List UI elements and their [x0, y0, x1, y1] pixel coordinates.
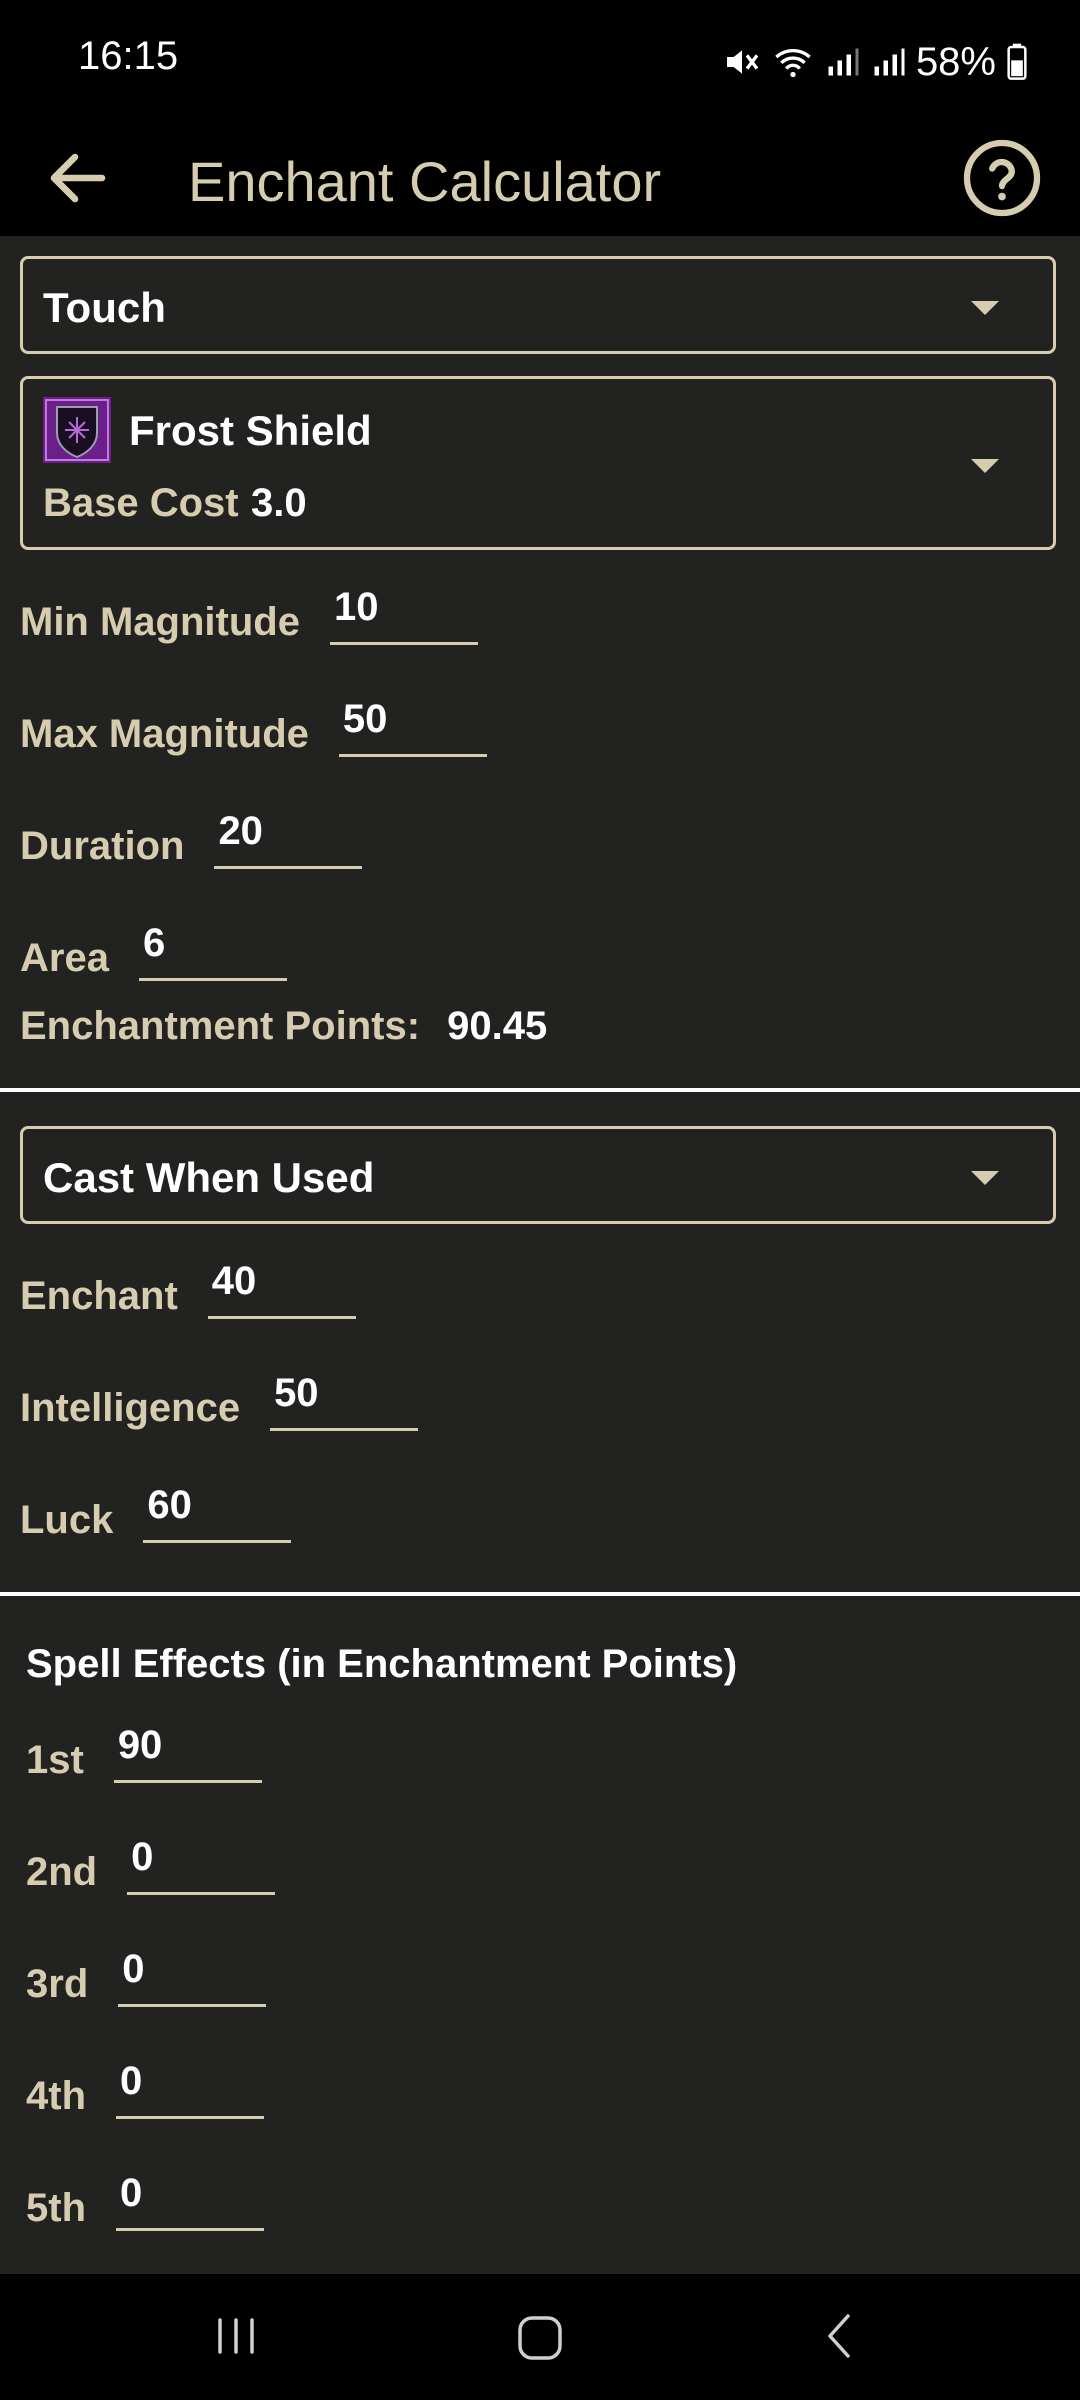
intelligence-input[interactable]: 50	[270, 1366, 419, 1431]
enchantment-points-label: Enchantment Points:	[20, 1004, 421, 1048]
spell-effect-input[interactable]: 0	[116, 2054, 264, 2119]
spell-effect-input[interactable]: 0	[118, 1942, 267, 2007]
luck-input[interactable]: 60	[143, 1478, 292, 1543]
cast-type-dropdown[interactable]: Cast When Used	[20, 1126, 1056, 1224]
app-bar: Enchant Calculator	[0, 120, 1080, 236]
spell-effect-input[interactable]: 0	[127, 1830, 276, 1895]
luck-row: Luck 60	[20, 1478, 292, 1543]
page-title: Enchant Calculator	[188, 150, 662, 213]
divider	[0, 1088, 1080, 1092]
chevron-down-icon	[971, 1171, 999, 1185]
chevron-down-icon	[971, 459, 999, 473]
arrow-left-icon[interactable]	[42, 142, 114, 214]
back-nav-icon[interactable]	[814, 2310, 866, 2362]
spell-effect-label: 1st	[26, 1738, 84, 1782]
chevron-down-icon	[971, 301, 999, 315]
signal-icon	[828, 48, 859, 76]
duration-label: Duration	[20, 824, 185, 868]
min-magnitude-label: Min Magnitude	[20, 600, 300, 644]
min-magnitude-input[interactable]: 10	[329, 580, 478, 645]
duration-input[interactable]: 20	[214, 804, 363, 869]
signal-icon-2	[874, 48, 905, 76]
area-label: Area	[20, 936, 109, 980]
wifi-icon	[775, 49, 811, 78]
range-dropdown[interactable]: Touch	[20, 256, 1056, 354]
battery-percent: 58%	[915, 39, 996, 84]
max-magnitude-label: Max Magnitude	[20, 712, 309, 756]
spell-effect-label: 3rd	[26, 1962, 89, 2006]
base-cost-value: 3.0	[251, 481, 307, 525]
cast-type-selected: Cast When Used	[43, 1154, 375, 1201]
max-magnitude-row: Max Magnitude 50	[20, 692, 487, 757]
frost-shield-icon	[43, 397, 111, 463]
spell-effects-title: Spell Effects (in Enchantment Points)	[26, 1642, 738, 1686]
max-magnitude-input[interactable]: 50	[338, 692, 487, 757]
enchant-input[interactable]: 40	[207, 1254, 356, 1319]
status-icons: 58%	[722, 32, 1028, 92]
home-icon[interactable]	[512, 2310, 568, 2366]
spell-effect-label: 2nd	[26, 1850, 98, 1894]
enchant-label: Enchant	[20, 1274, 178, 1318]
area-input[interactable]: 6	[138, 916, 287, 981]
question-circle-icon[interactable]	[960, 136, 1044, 220]
spell-effect-input[interactable]: 0	[116, 2166, 264, 2231]
status-time: 16:15	[78, 34, 179, 78]
duration-row: Duration 20	[20, 804, 363, 869]
enchantment-points-result: Enchantment Points: 90.45	[20, 1004, 547, 1049]
spell-effect-input[interactable]: 90	[113, 1718, 262, 1783]
enchantment-points-value: 90.45	[447, 1004, 548, 1048]
base-cost-label: Base Cost	[43, 481, 239, 525]
spell-effect-row: 1st 90	[26, 1718, 262, 1783]
effect-name: Frost Shield	[129, 407, 372, 454]
recent-apps-icon[interactable]	[210, 2310, 262, 2362]
spell-effect-label: 4th	[26, 2074, 86, 2118]
status-bar: 16:15 58%	[0, 0, 1080, 120]
range-selected: Touch	[43, 284, 166, 331]
luck-label: Luck	[20, 1498, 114, 1542]
area-row: Area 6	[20, 916, 287, 981]
enchant-row: Enchant 40	[20, 1254, 356, 1319]
intelligence-label: Intelligence	[20, 1386, 241, 1430]
spell-effect-row: 2nd 0	[26, 1830, 276, 1895]
divider	[0, 1592, 1080, 1596]
spell-effect-row: 5th 0	[26, 2166, 264, 2231]
battery-icon	[1007, 43, 1027, 80]
min-magnitude-row: Min Magnitude 10	[20, 580, 478, 645]
system-navigation-bar	[0, 2274, 1080, 2400]
effect-dropdown[interactable]: Frost Shield Base Cost 3.0	[20, 376, 1056, 550]
intelligence-row: Intelligence 50	[20, 1366, 419, 1431]
mute-icon	[726, 50, 759, 74]
spell-effect-row: 3rd 0	[26, 1942, 267, 2007]
spell-effect-label: 5th	[26, 2186, 86, 2230]
spell-effect-row: 4th 0	[26, 2054, 264, 2119]
